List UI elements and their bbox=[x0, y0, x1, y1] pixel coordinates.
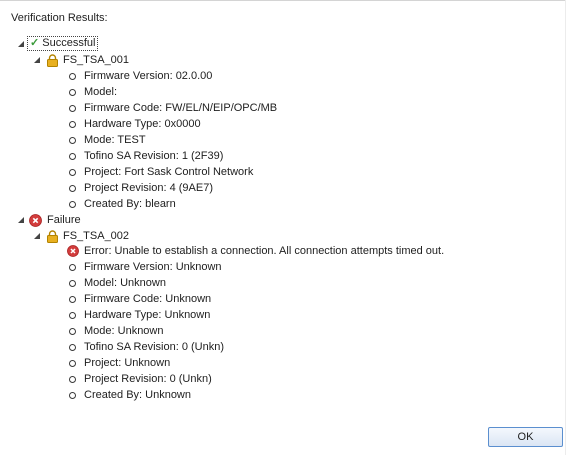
bullet-icon bbox=[69, 328, 76, 335]
bullet-icon bbox=[69, 121, 76, 128]
results-title: Verification Results: bbox=[11, 12, 108, 24]
bullet-icon bbox=[69, 344, 76, 351]
device-name: FS_TSA_001 bbox=[63, 54, 130, 66]
bullet-icon bbox=[69, 392, 76, 399]
expand-triangle-icon[interactable] bbox=[18, 217, 26, 225]
lock-icon bbox=[46, 230, 59, 243]
failure-label: Failure bbox=[47, 214, 81, 226]
bullet-icon bbox=[69, 376, 76, 383]
ok-button[interactable]: OK bbox=[488, 427, 563, 447]
bullet-icon bbox=[69, 105, 76, 112]
lock-icon bbox=[46, 54, 59, 67]
bullet-icon bbox=[69, 201, 76, 208]
expand-triangle-icon[interactable] bbox=[18, 41, 26, 49]
successful-focus: ✓ Successful bbox=[26, 36, 99, 51]
error-icon bbox=[67, 245, 80, 258]
dialog-top-border bbox=[0, 0, 566, 1]
bullet-icon bbox=[69, 280, 76, 287]
verification-results-dialog: Verification Results: ✓ Successful FS_TS… bbox=[0, 0, 566, 455]
bullet-icon bbox=[69, 73, 76, 80]
bullet-icon bbox=[69, 360, 76, 367]
bullet-icon bbox=[69, 312, 76, 319]
bullet-icon bbox=[69, 185, 76, 192]
bullet-icon bbox=[69, 137, 76, 144]
check-icon: ✓ bbox=[30, 37, 40, 49]
expand-triangle-icon[interactable] bbox=[34, 57, 42, 65]
bullet-icon bbox=[69, 153, 76, 160]
bullet-icon bbox=[69, 264, 76, 271]
error-message: Error: Unable to establish a connection.… bbox=[84, 245, 445, 257]
device-name: FS_TSA_002 bbox=[63, 230, 130, 242]
expand-triangle-icon[interactable] bbox=[34, 233, 42, 241]
bullet-icon bbox=[69, 169, 76, 176]
bullet-icon bbox=[69, 296, 76, 303]
successful-label: Successful bbox=[42, 37, 96, 49]
bullet-icon bbox=[69, 89, 76, 96]
error-icon bbox=[29, 214, 42, 227]
